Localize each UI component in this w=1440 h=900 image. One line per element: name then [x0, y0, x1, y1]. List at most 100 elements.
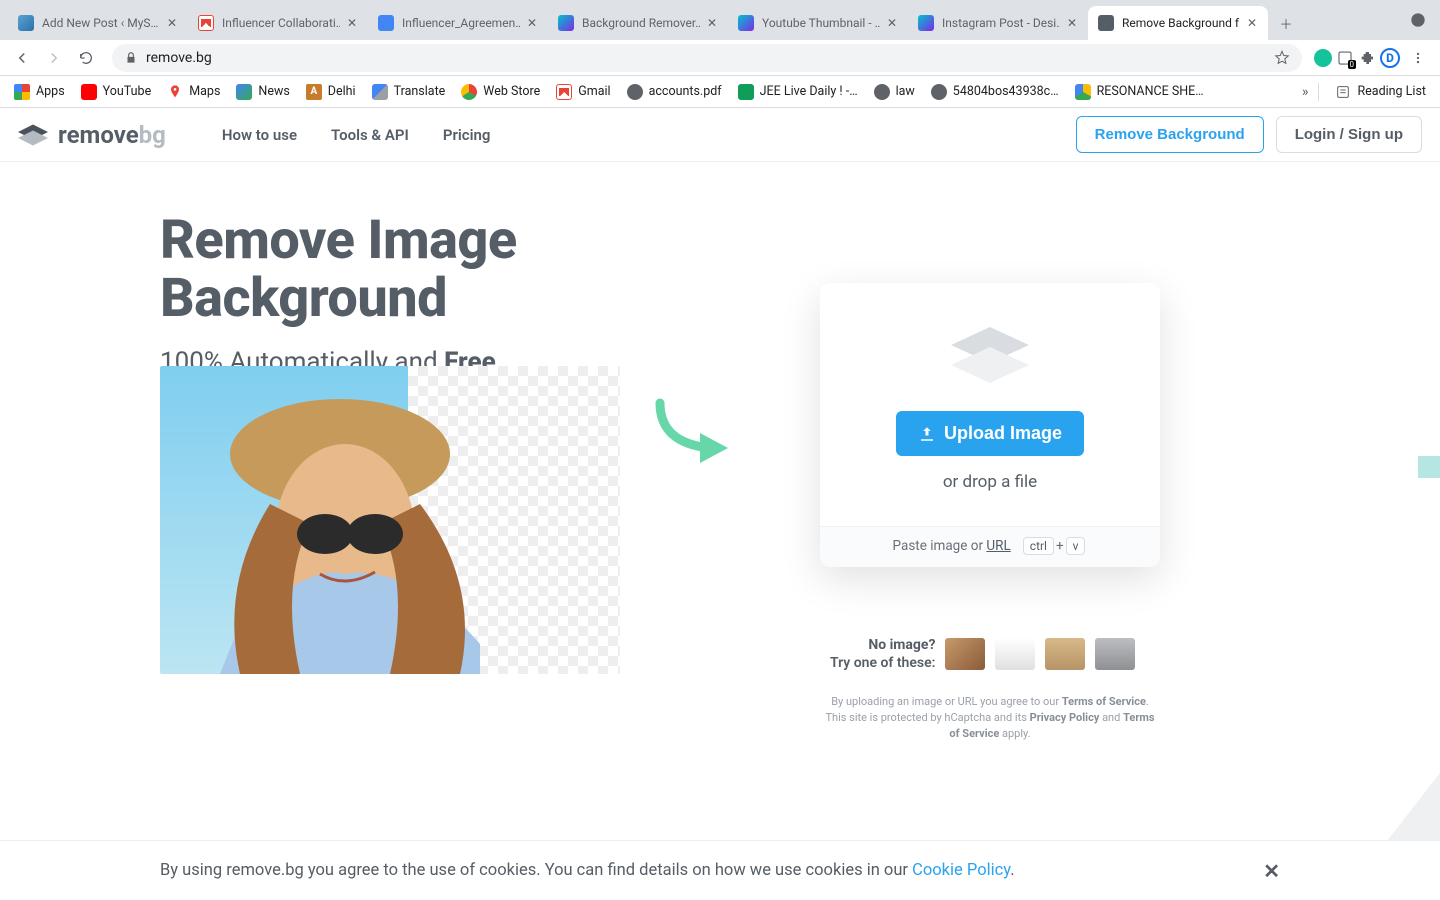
bookmark-jee[interactable]: JEE Live Daily ! -… [732, 80, 864, 104]
sample-prompt: No image? Try one of these: [830, 636, 935, 672]
logo-icon [18, 124, 48, 146]
login-signup-button[interactable]: Login / Sign up [1276, 116, 1422, 153]
cookie-close-button[interactable]: ✕ [1263, 859, 1280, 883]
hero-section: Remove ImageBackground 100% Automaticall… [0, 162, 1440, 377]
browser-tab-active[interactable]: Remove Background f…✕ [1088, 6, 1268, 40]
favicon [18, 15, 34, 31]
terms-link[interactable]: Terms of Service [1062, 695, 1146, 708]
nav-pricing[interactable]: Pricing [443, 126, 491, 144]
cookie-policy-link[interactable]: Cookie Policy [912, 861, 1010, 880]
remove-background-button[interactable]: Remove Background [1076, 116, 1264, 153]
drive-icon [1075, 84, 1091, 100]
bookmark-youtube[interactable]: YouTube [75, 80, 158, 104]
extension-icon[interactable]: 0 [1336, 49, 1354, 67]
logo-text-b: bg [139, 121, 166, 149]
bookmark-law[interactable]: law [868, 80, 921, 104]
tab-title: Influencer Collaborati… [222, 16, 340, 30]
reading-list-button[interactable]: Reading List [1329, 80, 1432, 104]
bookmark-news[interactable]: News [230, 80, 295, 104]
news-icon [236, 84, 252, 100]
nav-tools-api[interactable]: Tools & API [331, 126, 409, 144]
close-icon[interactable]: ✕ [164, 15, 180, 31]
decorative-triangle [1380, 760, 1440, 840]
kbd-v: v [1066, 537, 1086, 555]
tab-title: Add New Post ‹ MyS… [42, 16, 160, 30]
canva-icon [558, 15, 574, 31]
page-title: Remove ImageBackground [160, 212, 1440, 329]
bookmark-maps[interactable]: Maps [161, 80, 226, 104]
close-icon[interactable]: ✕ [884, 15, 900, 31]
docs-icon [378, 15, 394, 31]
removebg-icon [1098, 15, 1114, 31]
browser-toolbar: remove.bg 0 D [0, 40, 1440, 76]
sample-image[interactable] [945, 638, 985, 670]
bookmark-delhi[interactable]: A Delhi [300, 80, 362, 104]
bookmark-translate[interactable]: Translate [366, 80, 452, 104]
address-bar[interactable]: remove.bg [112, 44, 1302, 72]
close-icon[interactable]: ✕ [344, 15, 360, 31]
maps-icon [167, 84, 183, 100]
star-icon[interactable] [1274, 50, 1290, 66]
profile-icon[interactable] [1408, 10, 1428, 30]
tab-title: Youtube Thumbnail - … [762, 16, 880, 30]
profile-badge[interactable]: D [1380, 48, 1400, 68]
cookie-text: By using remove.bg you agree to the use … [160, 861, 1015, 880]
bookmarks-bar: Apps YouTube Maps News ADelhi Translate … [0, 76, 1440, 108]
browser-tab[interactable]: Youtube Thumbnail - … ✕ [728, 6, 908, 40]
bookmark-label: law [896, 84, 915, 99]
sample-image[interactable] [1045, 638, 1085, 670]
bookmark-webstore[interactable]: Web Store [455, 80, 546, 104]
legal-text: By uploading an image or URL you agree t… [820, 694, 1160, 742]
translate-icon [372, 84, 388, 100]
upload-card: Upload Image or drop a file Paste image … [820, 283, 1160, 567]
close-icon[interactable]: ✕ [704, 15, 720, 31]
browser-tab[interactable]: Influencer Collaborati… ✕ [188, 6, 368, 40]
bookmark-label: accounts.pdf [649, 84, 722, 99]
nav-how-to-use[interactable]: How to use [222, 126, 297, 144]
close-icon[interactable]: ✕ [524, 15, 540, 31]
browser-tab[interactable]: Instagram Post - Desi…✕ [908, 6, 1088, 40]
decorative-blob [0, 368, 40, 428]
gmail-icon [556, 84, 572, 100]
browser-tab[interactable]: Add New Post ‹ MyS… ✕ [8, 6, 188, 40]
canva-icon [918, 15, 934, 31]
kbd-ctrl: ctrl [1023, 537, 1054, 555]
bookmark-label: 54804bos43938c… [953, 84, 1059, 99]
site-logo[interactable]: removebg [18, 121, 166, 149]
upload-image-button[interactable]: Upload Image [896, 411, 1084, 456]
close-icon[interactable]: ✕ [1064, 15, 1080, 31]
decorative-dots [50, 478, 160, 718]
bookmark-gmail[interactable]: Gmail [550, 80, 616, 104]
bookmark-apps[interactable]: Apps [8, 80, 71, 104]
back-button[interactable] [8, 44, 36, 72]
bookmark-label: Delhi [328, 84, 356, 99]
reading-list-label: Reading List [1357, 84, 1426, 99]
delhi-icon: A [306, 84, 322, 100]
upload-footer: Paste image or URL ctrl+v [820, 526, 1160, 567]
upload-button-label: Upload Image [944, 423, 1062, 444]
pdf-icon [931, 84, 947, 100]
privacy-link[interactable]: Privacy Policy [1030, 711, 1100, 724]
close-icon[interactable]: ✕ [1244, 15, 1260, 31]
site-nav: How to use Tools & API Pricing [222, 126, 491, 144]
upload-icon [918, 425, 936, 443]
extensions-menu-icon[interactable] [1358, 49, 1376, 67]
tab-title: Background Remover… [582, 16, 700, 30]
bookmark-54804[interactable]: 54804bos43938c… [925, 80, 1065, 104]
grammarly-icon[interactable] [1314, 49, 1332, 67]
forward-button [40, 44, 68, 72]
new-tab-button[interactable]: ＋ [1272, 9, 1300, 37]
url-link[interactable]: URL [986, 538, 1010, 554]
bookmarks-overflow[interactable]: » [1302, 84, 1309, 100]
reload-button[interactable] [72, 44, 100, 72]
upload-dropzone[interactable]: Upload Image or drop a file [820, 283, 1160, 526]
bookmark-label: Gmail [578, 84, 610, 99]
sample-image[interactable] [995, 638, 1035, 670]
sheets-icon [738, 84, 754, 100]
browser-tab[interactable]: Background Remover… ✕ [548, 6, 728, 40]
bookmark-resonance[interactable]: RESONANCE SHE… [1069, 80, 1210, 104]
sample-image[interactable] [1095, 638, 1135, 670]
browser-tab[interactable]: Influencer_Agreemen…✕ [368, 6, 548, 40]
bookmark-accounts[interactable]: accounts.pdf [621, 80, 728, 104]
chrome-menu-button[interactable] [1404, 44, 1432, 72]
